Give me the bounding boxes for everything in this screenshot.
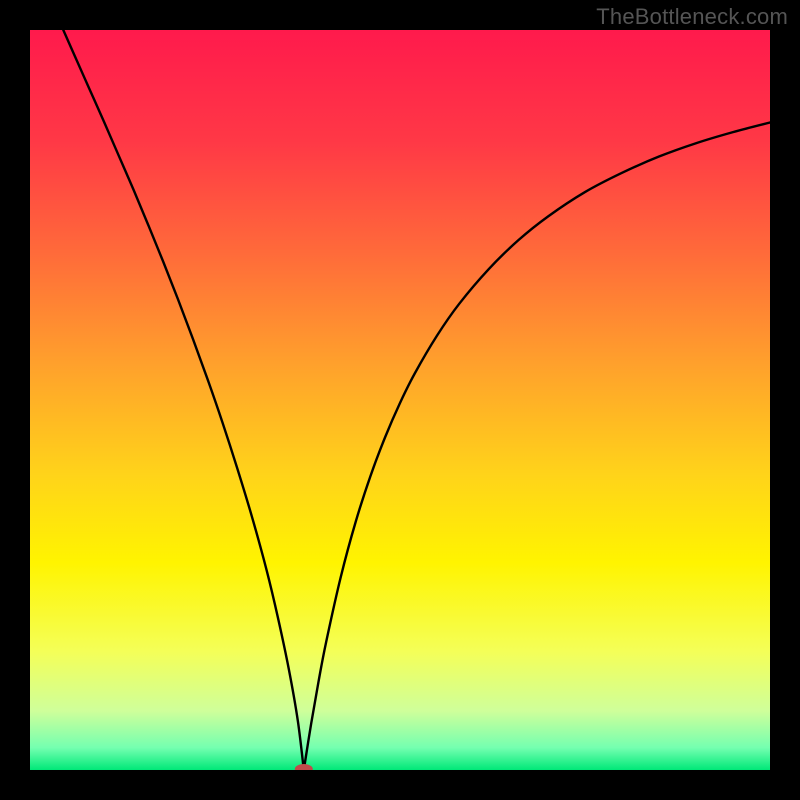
plot-background bbox=[30, 30, 770, 770]
chart-stage: TheBottleneck.com bbox=[0, 0, 800, 800]
watermark-text: TheBottleneck.com bbox=[596, 4, 788, 30]
bottleneck-chart bbox=[30, 30, 770, 770]
